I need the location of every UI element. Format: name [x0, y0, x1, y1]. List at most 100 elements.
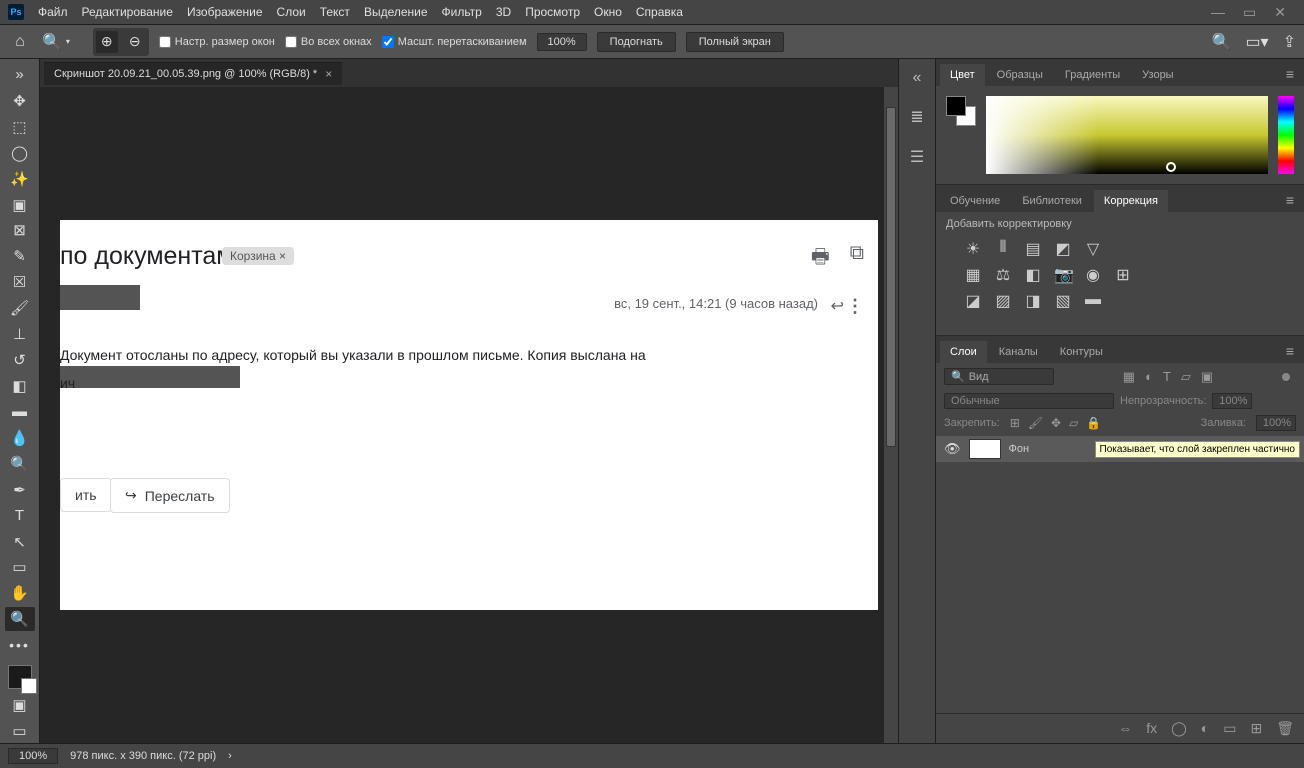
eyedropper-tool[interactable]: ✎ — [5, 244, 35, 268]
tab-paths[interactable]: Контуры — [1050, 341, 1113, 363]
tab-close-icon[interactable]: × — [325, 67, 332, 81]
menu-window[interactable]: Окно — [594, 5, 622, 19]
layer-fx-icon[interactable]: fx — [1146, 720, 1157, 737]
expand-panels-icon[interactable]: « — [913, 69, 922, 87]
vibrance-icon[interactable]: ▽ — [1084, 239, 1102, 259]
history-panel-icon[interactable]: ≣ — [910, 107, 923, 127]
gradient-tool[interactable]: ▬ — [5, 400, 35, 424]
zoom-percent[interactable]: 100% — [537, 33, 587, 51]
tab-learn[interactable]: Обучение — [940, 190, 1010, 212]
layers-panel-menu-icon[interactable]: ≡ — [1280, 339, 1300, 363]
foreground-background-swatch[interactable] — [8, 665, 32, 689]
exposure-icon[interactable]: ◩ — [1054, 239, 1072, 259]
screenmode-icon[interactable]: ▭ — [5, 719, 35, 743]
hue-slider[interactable] — [1278, 96, 1294, 174]
color-panel-menu-icon[interactable]: ≡ — [1280, 62, 1300, 86]
menu-text[interactable]: Текст — [320, 5, 350, 19]
curves-icon[interactable]: ▤ — [1024, 239, 1042, 259]
adjust-panel-menu-icon[interactable]: ≡ — [1280, 188, 1300, 212]
color-field[interactable] — [986, 96, 1268, 174]
lock-all-icon[interactable]: 🔒 — [1086, 416, 1101, 430]
layer-thumbnail[interactable] — [969, 439, 1001, 459]
home-icon[interactable]: ⌂ — [8, 30, 32, 54]
threshold-icon[interactable]: ◨ — [1024, 291, 1042, 311]
type-tool[interactable]: T — [5, 504, 35, 528]
blend-mode-dropdown[interactable]: Обычные — [944, 393, 1114, 409]
fill-input[interactable]: 100% — [1256, 415, 1296, 431]
shape-tool[interactable]: ▭ — [5, 556, 35, 580]
lock-image-icon[interactable]: 🖌 — [1028, 416, 1043, 430]
canvas-area[interactable]: по документам Корзина × 🖶 ⧉ вс, 19 сент.… — [40, 87, 898, 743]
lock-transparent-icon[interactable]: ⊞ — [1010, 416, 1020, 430]
maximize-icon[interactable]: ▭ — [1243, 4, 1256, 21]
filter-pixel-icon[interactable]: ▦ — [1123, 369, 1135, 385]
zoom-tool[interactable]: 🔍 — [5, 607, 35, 631]
tab-layers[interactable]: Слои — [940, 341, 987, 363]
fg-bg-colors[interactable] — [946, 96, 976, 126]
crop-tool[interactable]: ▣ — [5, 193, 35, 217]
menu-file[interactable]: Файл — [38, 5, 68, 19]
move-tool[interactable]: ✥ — [5, 89, 35, 113]
delete-layer-icon[interactable]: 🗑 — [1276, 720, 1294, 737]
hue-icon[interactable]: ▦ — [964, 265, 982, 285]
opacity-input[interactable]: 100% — [1212, 393, 1252, 409]
tab-channels[interactable]: Каналы — [989, 341, 1048, 363]
tab-patterns[interactable]: Узоры — [1132, 64, 1183, 86]
tab-adjustments[interactable]: Коррекция — [1094, 190, 1168, 212]
eraser-tool[interactable]: ◧ — [5, 374, 35, 398]
status-zoom[interactable]: 100% — [8, 748, 58, 764]
history-brush-tool[interactable]: ↺ — [5, 348, 35, 372]
quickmask-icon[interactable]: ▣ — [5, 693, 35, 717]
drag-handle-icon[interactable]: » — [5, 63, 35, 87]
dodge-tool[interactable]: 🔍 — [5, 452, 35, 476]
lookup-icon[interactable]: ⊞ — [1114, 265, 1132, 285]
tab-color[interactable]: Цвет — [940, 64, 985, 86]
selective-icon[interactable]: ▧ — [1054, 291, 1072, 311]
layer-filter-dropdown[interactable]: 🔍 Вид — [944, 368, 1054, 385]
lock-artboard-icon[interactable]: ▱ — [1069, 416, 1078, 430]
new-layer-icon[interactable]: ⊞ — [1250, 720, 1262, 737]
menu-edit[interactable]: Редактирование — [82, 5, 173, 19]
share-icon[interactable]: ⇪ — [1283, 32, 1296, 52]
bw-icon[interactable]: ◧ — [1024, 265, 1042, 285]
brush-tool[interactable]: 🖌 — [5, 296, 35, 320]
scrubby-zoom-checkbox[interactable] — [382, 36, 394, 48]
zoom-in-icon[interactable]: ⊕ — [96, 31, 118, 53]
tab-swatches[interactable]: Образцы — [987, 64, 1053, 86]
menu-3d[interactable]: 3D — [496, 5, 511, 19]
balance-icon[interactable]: ⚖ — [994, 265, 1012, 285]
document-tab[interactable]: Скриншот 20.09.21_00.05.39.png @ 100% (R… — [44, 62, 342, 85]
photo-filter-icon[interactable]: 📷 — [1054, 265, 1072, 285]
levels-icon[interactable]: ⫴ — [994, 239, 1012, 259]
menu-help[interactable]: Справка — [636, 5, 683, 19]
all-windows-checkbox[interactable] — [285, 36, 297, 48]
visibility-icon[interactable]: 👁 — [944, 441, 961, 457]
frame-tool[interactable]: ⊠ — [5, 219, 35, 243]
menu-view[interactable]: Просмотр — [525, 5, 580, 19]
stamp-tool[interactable]: ⊥ — [5, 322, 35, 346]
gradient-map-icon[interactable]: ▬ — [1084, 291, 1102, 311]
fullscreen-button[interactable]: Полный экран — [686, 32, 784, 52]
hand-tool[interactable]: ✋ — [5, 581, 35, 605]
filter-toggle[interactable] — [1282, 373, 1290, 381]
resize-windows-checkbox[interactable] — [159, 36, 171, 48]
invert-icon[interactable]: ◪ — [964, 291, 982, 311]
menu-image[interactable]: Изображение — [187, 5, 263, 19]
lock-position-icon[interactable]: ✥ — [1051, 416, 1061, 430]
link-layers-icon[interactable]: ⇔ — [1118, 720, 1132, 737]
menu-filter[interactable]: Фильтр — [442, 5, 482, 19]
zoom-tool-indicator[interactable]: 🔍 ▾ — [42, 32, 70, 52]
filter-type-icon[interactable]: T — [1163, 369, 1171, 385]
new-adjustment-icon[interactable]: ◐ — [1201, 720, 1209, 737]
healing-tool[interactable]: ☒ — [5, 270, 35, 294]
new-group-icon[interactable]: ▭ — [1223, 720, 1236, 737]
more-tools[interactable]: ••• — [5, 633, 35, 657]
search-icon[interactable]: 🔍 — [1212, 32, 1232, 52]
workspace-icon[interactable]: ▭▾ — [1245, 32, 1268, 52]
pen-tool[interactable]: ✒ — [5, 478, 35, 502]
layer-mask-icon[interactable]: ◯ — [1171, 720, 1187, 737]
menu-select[interactable]: Выделение — [364, 5, 428, 19]
filter-smart-icon[interactable]: ▣ — [1201, 369, 1213, 385]
path-tool[interactable]: ↖ — [5, 530, 35, 554]
status-chevron[interactable]: › — [228, 750, 232, 762]
